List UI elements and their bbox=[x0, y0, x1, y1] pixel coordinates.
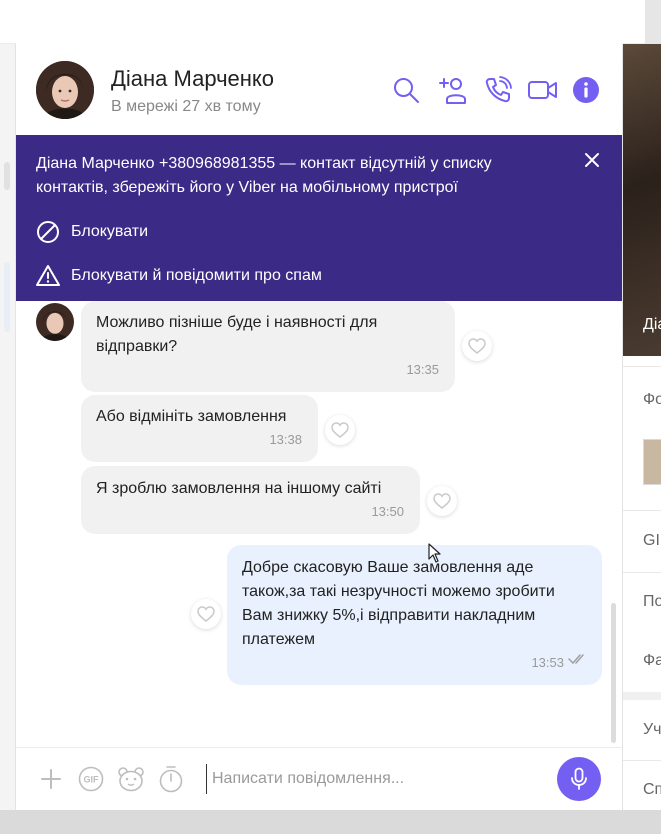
like-button[interactable] bbox=[462, 331, 492, 361]
window-bottom-edge bbox=[0, 810, 661, 834]
like-button[interactable] bbox=[427, 486, 457, 516]
gif-label: GIF bbox=[84, 775, 100, 785]
contact-name: Діана Марченко bbox=[111, 66, 275, 91]
message-list[interactable]: Можливо пізніше буде і наявності для від… bbox=[16, 301, 622, 746]
sidebar-fragment bbox=[4, 262, 10, 332]
message-text: Добре скасовую Ваше замовлення аде також… bbox=[242, 559, 555, 648]
heart-icon bbox=[197, 606, 215, 622]
message-text: Можливо пізніше буде і наявності для від… bbox=[96, 314, 378, 355]
heart-icon bbox=[331, 422, 349, 438]
message-list-scrollbar[interactable] bbox=[611, 603, 616, 743]
incoming-message[interactable]: Можливо пізніше буде і наявності для від… bbox=[81, 301, 455, 392]
banner-message: Діана Марченко +380968981355 — контакт в… bbox=[36, 155, 492, 196]
microphone-icon bbox=[571, 767, 587, 790]
heart-icon bbox=[468, 338, 486, 354]
panel-divider bbox=[623, 572, 661, 573]
list-section-label[interactable]: Сп bbox=[643, 781, 661, 799]
search-button[interactable] bbox=[389, 73, 423, 107]
links-section-label[interactable]: По bbox=[643, 593, 661, 611]
message-time: 13:38 bbox=[269, 432, 302, 447]
panel-divider bbox=[623, 760, 661, 761]
voice-call-button[interactable] bbox=[481, 73, 515, 107]
panel-divider bbox=[623, 692, 661, 700]
chat-window: Діана Марченко В мережі 27 хв тому Діана… bbox=[16, 0, 622, 810]
message-text: Або відмініть замовлення bbox=[96, 408, 287, 425]
media-section-label[interactable]: Фо bbox=[643, 391, 661, 409]
message-time: 13:50 bbox=[371, 504, 404, 519]
attach-button[interactable] bbox=[36, 764, 66, 794]
gif-button[interactable]: GIF bbox=[76, 764, 106, 794]
sticker-bear-icon bbox=[118, 767, 144, 792]
double-check-icon bbox=[568, 649, 588, 673]
media-thumbnail[interactable] bbox=[643, 439, 661, 485]
block-icon bbox=[36, 220, 60, 244]
video-camera-icon bbox=[528, 81, 557, 99]
chat-header: Діана Марченко В мережі 27 хв тому bbox=[16, 45, 622, 135]
warning-icon bbox=[36, 264, 60, 288]
block-and-report-spam-button[interactable]: Блокувати й повідомити про спам bbox=[36, 262, 322, 290]
message-time: 13:35 bbox=[406, 362, 439, 377]
files-section-label[interactable]: Фа bbox=[643, 652, 661, 670]
stopwatch-icon bbox=[159, 766, 183, 793]
heart-icon bbox=[433, 493, 451, 509]
block-button[interactable]: Блокувати bbox=[36, 218, 148, 246]
message-text: Я зроблю замовлення на іншому сайті bbox=[96, 480, 382, 497]
video-call-button[interactable] bbox=[526, 73, 560, 107]
gif-section-label[interactable]: GIF bbox=[643, 532, 661, 550]
mouse-cursor-icon bbox=[428, 543, 441, 563]
add-user-icon bbox=[439, 78, 466, 104]
plus-icon bbox=[41, 769, 61, 789]
unknown-contact-banner: Діана Марченко +380968981355 — контакт в… bbox=[16, 135, 622, 301]
contact-status: В мережі 27 хв тому bbox=[111, 98, 261, 115]
message-time: 13:53 bbox=[531, 655, 564, 670]
panel-divider bbox=[623, 510, 661, 511]
like-button[interactable] bbox=[191, 599, 221, 629]
incoming-message[interactable]: Або відмініть замовлення 13:38 bbox=[81, 395, 318, 462]
contact-avatar[interactable] bbox=[36, 61, 94, 119]
sender-avatar[interactable] bbox=[36, 303, 74, 341]
chat-info-panel: Діа Фо GIF По Фа Уч Сп bbox=[622, 44, 661, 810]
info-icon bbox=[573, 77, 599, 103]
timer-button[interactable] bbox=[156, 764, 186, 794]
sidebar-fragment bbox=[4, 162, 10, 190]
block-and-report-label: Блокувати й повідомити про спам bbox=[71, 267, 322, 284]
gif-icon: GIF bbox=[78, 766, 104, 792]
message-composer: GIF bbox=[16, 747, 622, 810]
message-input[interactable] bbox=[206, 764, 551, 794]
outgoing-message[interactable]: Добре скасовую Ваше замовлення аде також… bbox=[227, 545, 602, 685]
sticker-button[interactable] bbox=[116, 764, 146, 794]
like-button[interactable] bbox=[325, 415, 355, 445]
block-label: Блокувати bbox=[71, 223, 149, 240]
voice-message-button[interactable] bbox=[557, 757, 601, 801]
close-icon bbox=[585, 153, 599, 167]
contact-photo[interactable] bbox=[623, 44, 661, 356]
participants-section-label[interactable]: Уч bbox=[643, 721, 661, 739]
incoming-message[interactable]: Я зроблю замовлення на іншому сайті 13:5… bbox=[81, 466, 420, 534]
contact-photo-caption: Діа bbox=[643, 316, 661, 333]
search-icon bbox=[394, 78, 419, 103]
phone-icon bbox=[485, 76, 512, 103]
add-participant-button[interactable] bbox=[435, 73, 469, 107]
left-sidebar-strip bbox=[0, 0, 16, 810]
banner-close-button[interactable] bbox=[581, 149, 603, 171]
panel-divider bbox=[623, 366, 661, 367]
chat-info-button[interactable] bbox=[569, 73, 603, 107]
